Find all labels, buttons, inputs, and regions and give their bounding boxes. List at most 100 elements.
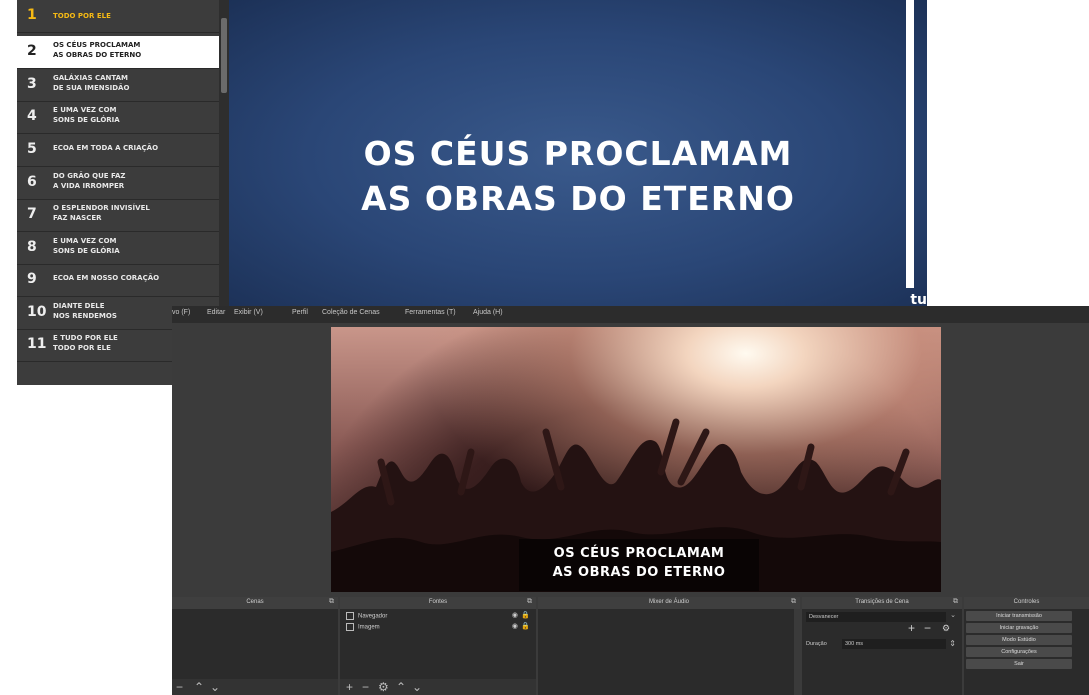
chevron-down-icon[interactable]: ⌄ — [950, 611, 956, 619]
slide-line-2: AS OBRAS DO ETERNO — [361, 179, 795, 218]
caption-line-2: AS OBRAS DO ETERNO — [552, 565, 726, 580]
duration-input[interactable]: 300 ms — [842, 639, 946, 649]
button-label: Iniciar gravação — [999, 625, 1039, 631]
menu-help[interactable]: Ajuda (H) — [473, 309, 503, 316]
lyric-text: GALÁXIAS CANTAM DE SUA IMENSIDÃO — [53, 74, 130, 92]
dock-float-icon[interactable]: ⧉ — [791, 598, 796, 606]
lyric-number: 8 — [27, 239, 37, 255]
lyric-text: O ESPLENDOR INVISÍVEL FAZ NASCER — [53, 204, 150, 222]
remove-transition-icon[interactable]: − — [924, 621, 931, 635]
menu-scene-collection[interactable]: Coleção de Cenas — [322, 309, 380, 316]
lyric-text: TODO POR ELE — [53, 12, 111, 20]
source-label: Imagem — [358, 624, 380, 631]
lock-icon[interactable]: 🔒 — [521, 622, 530, 630]
menu-bar: vo (F) Editar Exibir (V) Perfil Coleção … — [172, 306, 1089, 323]
lyric-item-5[interactable]: 5 ECOA EM TODA A CRIAÇÃO — [17, 134, 229, 167]
menu-edit[interactable]: Editar — [207, 309, 225, 316]
sources-toolbar: + − ⚙ ⌃ ⌄ — [340, 679, 536, 695]
start-streaming-button[interactable]: Iniciar transmissão — [966, 611, 1072, 621]
menu-profile[interactable]: Perfil — [292, 309, 308, 316]
lyric-item-7[interactable]: 7 O ESPLENDOR INVISÍVEL FAZ NASCER — [17, 199, 229, 232]
lyric-text: OS CÉUS PROCLAMAM AS OBRAS DO ETERNO — [53, 41, 142, 59]
move-down-icon[interactable]: ⌄ — [412, 680, 422, 694]
lyric-number: 4 — [27, 108, 37, 124]
start-recording-button[interactable]: Iniciar gravação — [966, 623, 1072, 633]
move-up-icon[interactable]: ⌃ — [194, 680, 204, 694]
projection-slide: OS CÉUS PROCLAMAM AS OBRAS DO ETERNO tu — [229, 0, 927, 313]
transition-type: Desvanecer — [809, 614, 839, 620]
spinner-icon[interactable]: ⇕ — [949, 639, 956, 648]
lyric-number: 6 — [27, 174, 37, 190]
lyric-item-1[interactable]: 1 TODO POR ELE — [17, 0, 229, 33]
lyric-number: 1 — [27, 7, 37, 23]
sources-title: Fontes — [428, 599, 448, 605]
lyric-item-4[interactable]: 4 E UMA VEZ COM SONS DE GLÓRIA — [17, 101, 229, 134]
mixer-scrollbar[interactable] — [794, 609, 800, 695]
lyric-item-3[interactable]: 3 GALÁXIAS CANTAM DE SUA IMENSIDÃO — [17, 69, 229, 102]
settings-button[interactable]: Configurações — [966, 647, 1072, 657]
lock-icon[interactable]: 🔒 — [521, 611, 530, 619]
move-up-icon[interactable]: ⌃ — [396, 680, 406, 694]
lyric-number: 5 — [27, 141, 37, 157]
lyric-number: 10 — [27, 304, 47, 320]
gear-icon[interactable]: ⚙ — [942, 623, 950, 634]
remove-scene-icon[interactable]: − — [176, 680, 183, 694]
remove-source-icon[interactable]: − — [362, 680, 369, 694]
scene-transitions-dock: Transições de Cena ⧉ Desvanecer ⌄ + − ⚙ D… — [802, 597, 964, 695]
lyric-item-2[interactable]: 2 OS CÉUS PROCLAMAM AS OBRAS DO ETERNO — [17, 36, 229, 69]
lyric-item-8[interactable]: 8 E UMA VEZ COM SONS DE GLÓRIA — [17, 232, 229, 265]
lyric-number: 9 — [27, 271, 37, 287]
mixer-title: Mixer de Áudio — [648, 599, 690, 605]
lyric-text: DO GRÃO QUE FAZ A VIDA IRROMPER — [53, 172, 126, 190]
controls-dock: Controles Iniciar transmissão Iniciar gr… — [964, 597, 1089, 695]
menu-tools[interactable]: Ferramentas (T) — [405, 309, 456, 316]
button-label: Iniciar transmissão — [996, 613, 1042, 619]
lyric-number: 7 — [27, 206, 37, 222]
obs-window: vo (F) Editar Exibir (V) Perfil Coleção … — [172, 306, 1089, 695]
visibility-eye-icon[interactable]: ◉ — [512, 622, 518, 630]
dock-area: Cenas ⧉ − ⌃ ⌄ Fontes ⧉ Navegador Imagem ◉ … — [172, 597, 1089, 695]
duration-label: Duração — [806, 641, 827, 647]
lyric-text: ECOA EM TODA A CRIAÇÃO — [53, 144, 159, 152]
lyric-text: ECOA EM NOSSO CORAÇÃO — [53, 274, 160, 282]
lyric-number: 2 — [27, 43, 37, 59]
lyric-number: 3 — [27, 76, 37, 92]
controls-title: Controles — [1013, 599, 1040, 605]
scenes-title: Cenas — [246, 599, 264, 605]
lyric-item-6[interactable]: 6 DO GRÃO QUE FAZ A VIDA IRROMPER — [17, 167, 229, 200]
caption-line-1: OS CÉUS PROCLAMAM — [553, 546, 725, 561]
lyric-text: E UMA VEZ COM SONS DE GLÓRIA — [53, 237, 120, 255]
button-label: Sair — [1014, 661, 1024, 667]
menu-file[interactable]: vo (F) — [172, 309, 190, 316]
slide-line-1: OS CÉUS PROCLAMAM — [363, 134, 793, 173]
source-label: Navegador — [358, 613, 388, 620]
browser-icon — [346, 612, 354, 620]
image-icon — [346, 623, 354, 631]
source-item[interactable]: Imagem — [346, 623, 380, 631]
dock-float-icon[interactable]: ⧉ — [953, 598, 958, 606]
scrollbar-thumb[interactable] — [221, 18, 227, 93]
visibility-eye-icon[interactable]: ◉ — [512, 611, 518, 619]
lyric-item-9[interactable]: 9 ECOA EM NOSSO CORAÇÃO — [17, 264, 229, 297]
add-source-icon[interactable]: + — [346, 680, 353, 694]
preview-canvas[interactable]: OS CÉUS PROCLAMAM AS OBRAS DO ETERNO — [331, 327, 941, 592]
dock-float-icon[interactable]: ⧉ — [527, 598, 532, 606]
gear-icon[interactable]: ⚙ — [378, 680, 389, 694]
lyric-number: 11 — [27, 336, 47, 352]
lower-third-caption: OS CÉUS PROCLAMAM AS OBRAS DO ETERNO — [519, 539, 759, 591]
scenes-dock: Cenas ⧉ − ⌃ ⌄ — [172, 597, 340, 695]
menu-view[interactable]: Exibir (V) — [234, 309, 263, 316]
dock-float-icon[interactable]: ⧉ — [329, 598, 334, 606]
slide-edge-bar — [906, 0, 914, 288]
exit-button[interactable]: Sair — [966, 659, 1072, 669]
source-item[interactable]: Navegador — [346, 612, 387, 620]
studio-mode-button[interactable]: Modo Estúdio — [966, 635, 1072, 645]
duration-value: 300 ms — [845, 641, 864, 647]
scenes-toolbar: − ⌃ ⌄ — [172, 679, 338, 695]
transitions-title: Transições de Cena — [855, 599, 909, 605]
sources-dock: Fontes ⧉ Navegador Imagem ◉ 🔒 ◉ 🔒 + − ⚙ ⌃… — [340, 597, 538, 695]
move-down-icon[interactable]: ⌄ — [210, 680, 220, 694]
button-label: Modo Estúdio — [1002, 637, 1036, 643]
button-label: Configurações — [1001, 649, 1037, 655]
add-transition-icon[interactable]: + — [908, 621, 915, 635]
